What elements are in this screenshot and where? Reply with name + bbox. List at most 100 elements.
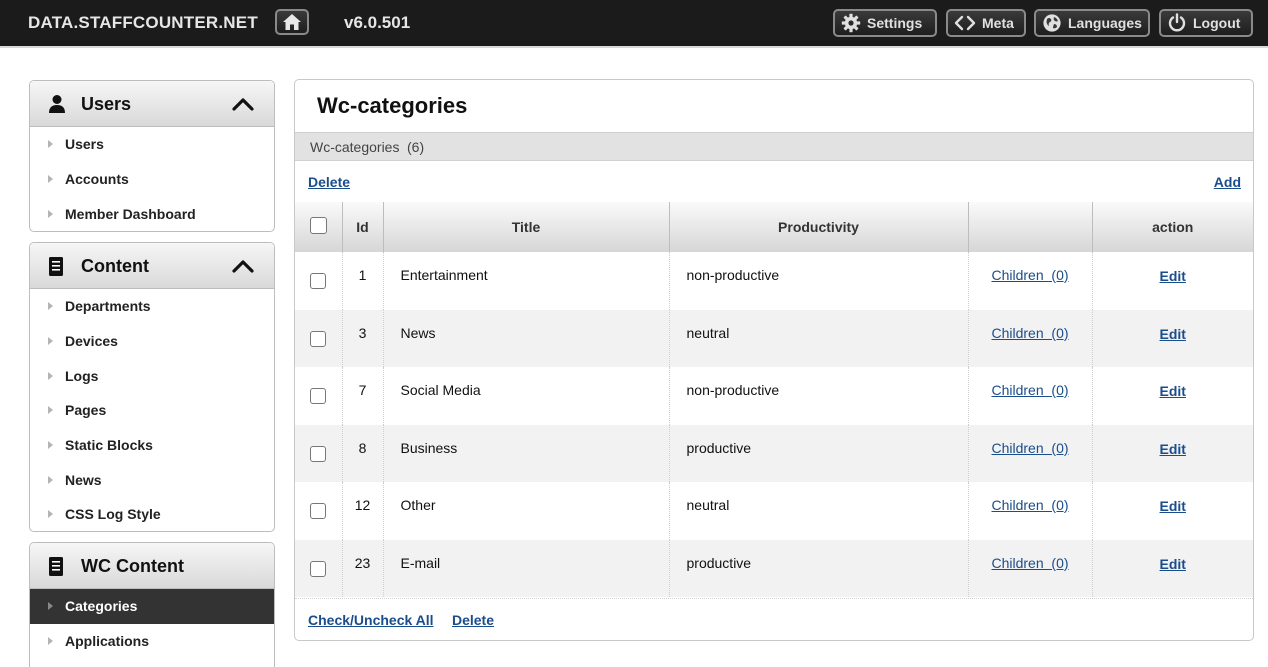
sidebar-item-label: Pages [65,402,107,419]
productivity-value: productive [686,439,752,456]
id-cell: 23 [342,539,384,597]
children-link[interactable]: Children (0) [991,325,1068,341]
home-button[interactable] [275,9,309,35]
sidebar-item-pages[interactable]: Pages [30,393,274,428]
categories-table: Id Title Productivity action 1 Entertain… [295,202,1253,597]
row-checkbox[interactable] [310,330,327,347]
sidebar-item-departments[interactable]: Departments [30,289,274,324]
document-icon [49,257,63,276]
triangle-right-icon [48,475,53,484]
edit-link[interactable]: Edit [1160,383,1186,399]
row-checkbox[interactable] [310,503,327,519]
logout-label: Logout [1193,15,1241,31]
productivity-cell: non-productive [669,252,969,310]
title-cell: Business [383,424,670,482]
row-checkbox[interactable] [310,560,327,577]
action-cell: Edit [1092,539,1253,597]
column-header-action: action [1092,202,1253,252]
children-link[interactable]: Children (0) [991,555,1068,571]
sidebar-item-news[interactable]: News [30,462,274,497]
row-checkbox[interactable] [310,445,327,462]
content-panel-title: Content [81,256,149,276]
title-value: Other [400,497,436,513]
edit-link[interactable]: Edit [1160,268,1186,284]
productivity-cell: neutral [669,309,969,367]
sidebar-item-logs[interactable]: Logs [30,358,274,393]
list-count: (6) [407,139,425,155]
column-header-title[interactable]: Title [383,202,670,252]
sidebar-item-label: Member Dashboard [65,205,196,222]
table-row: 8 Business productive Children (0) Edit [295,424,1253,482]
delete-link-bottom[interactable]: Delete [452,612,494,628]
settings-label: Settings [867,15,923,31]
id-value: 7 [358,382,367,398]
title-cell: E-mail [383,539,670,597]
productivity-value: neutral [686,324,730,341]
content-panel: Content Departments Devices Logs Pages S… [29,242,275,532]
sidebar-item-users[interactable]: Users [30,127,274,162]
children-cell: Children (0) [968,367,1093,425]
action-cell: Edit [1092,482,1253,540]
triangle-right-icon [48,637,53,646]
edit-link[interactable]: Edit [1160,556,1186,572]
sidebar-item-categories[interactable]: Categories [30,589,274,624]
table-row: 12 Other neutral Children (0) Edit [295,482,1253,540]
productivity-value: non-productive [686,382,780,398]
page-title: Wc-categories [317,93,468,118]
productivity-value: neutral [686,497,730,513]
triangle-right-icon [48,337,53,346]
title-value: News [400,324,436,341]
triangle-right-icon [48,209,53,218]
select-all-checkbox[interactable] [309,217,327,234]
sidebar-item-label: Categories [65,598,138,615]
sidebar-item-label: Accounts [65,171,129,188]
add-link[interactable]: Add [1214,174,1241,190]
sidebar-item-accounts[interactable]: Accounts [30,162,274,197]
children-cell: Children (0) [968,309,1093,367]
sidebar-item-devices[interactable]: Devices [30,324,274,359]
brand-title[interactable]: DATA.STAFFCOUNTER.NET [28,13,258,33]
triangle-right-icon [48,371,53,380]
column-header-children [968,202,1093,252]
chevron-up-icon[interactable] [232,97,254,111]
edit-link[interactable]: Edit [1160,498,1186,514]
triangle-right-icon [48,175,53,184]
settings-button[interactable]: Settings [833,9,937,37]
sidebar-item-member-dashboard[interactable]: Member Dashboard [30,196,274,231]
triangle-right-icon [48,510,53,519]
header-select-all [295,202,343,252]
users-panel: Users Users Accounts Member Dashboard [29,80,275,232]
sidebar-item-css-log-style[interactable]: CSS Log Style [30,497,274,531]
content-panel-header[interactable]: Content [30,243,274,289]
chevron-up-icon[interactable] [232,259,254,273]
code-icon [954,15,976,31]
sidebar-item-label: Applications [65,633,150,650]
id-cell: 1 [342,252,384,310]
column-header-productivity[interactable]: Productivity [669,202,969,252]
sidebar-item-label: CSS Log Style [65,506,161,523]
meta-button[interactable]: Meta [946,9,1026,37]
children-link[interactable]: Children (0) [991,497,1068,513]
row-select-cell [295,539,343,597]
id-cell: 8 [342,424,384,482]
wc-content-panel-header[interactable]: WC Content [30,543,274,589]
check-uncheck-all-link[interactable]: Check/Uncheck All [308,612,434,628]
title-cell: Entertainment [383,252,670,310]
delete-link-top[interactable]: Delete [308,174,350,190]
users-panel-header[interactable]: Users [30,81,274,127]
children-link[interactable]: Children (0) [991,267,1068,283]
edit-link[interactable]: Edit [1160,441,1186,457]
children-cell: Children (0) [968,482,1093,540]
title-value: Business [400,439,458,456]
children-link[interactable]: Children (0) [991,382,1068,398]
sidebar-item-static-blocks[interactable]: Static Blocks [30,428,274,463]
languages-button[interactable]: Languages [1034,9,1150,37]
row-checkbox[interactable] [310,273,327,289]
column-header-id[interactable]: Id [342,202,384,252]
edit-link[interactable]: Edit [1160,326,1186,342]
sidebar-item-applications[interactable]: Applications [30,624,274,659]
children-link[interactable]: Children (0) [991,440,1068,456]
row-checkbox[interactable] [310,388,327,404]
logout-button[interactable]: Logout [1159,9,1253,37]
user-icon [49,95,65,113]
